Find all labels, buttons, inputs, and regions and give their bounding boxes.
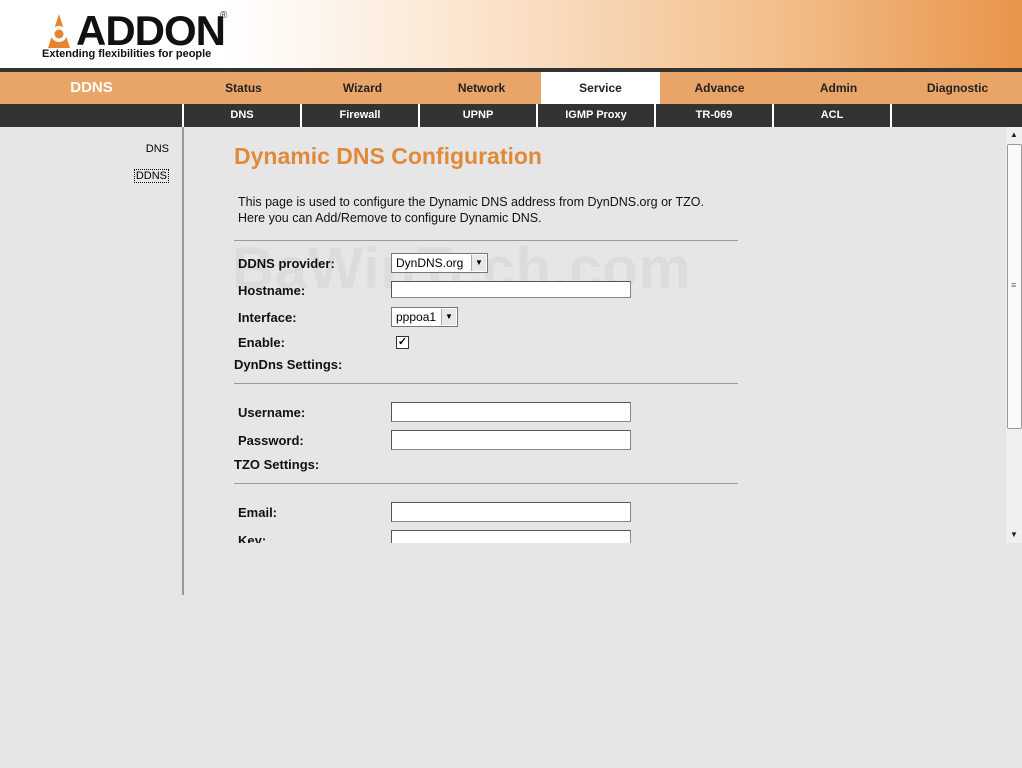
page-description: This page is used to configure the Dynam… [238, 194, 704, 226]
username-input[interactable] [391, 402, 631, 422]
key-input[interactable] [391, 530, 631, 543]
tab-wizard[interactable]: Wizard [303, 72, 422, 104]
hostname-label: Hostname: [238, 283, 306, 298]
ddns-provider-label: DDNS provider: [238, 256, 335, 271]
subtab-igmp-proxy[interactable]: IGMP Proxy [536, 104, 654, 127]
section-title: DDNS [70, 79, 113, 96]
description-line-2: Here you can Add/Remove to configure Dyn… [238, 211, 542, 225]
interface-label: Interface: [238, 310, 297, 325]
interface-value: pppoa1 [396, 310, 437, 324]
divider [234, 483, 738, 484]
email-label: Email: [238, 505, 278, 520]
subtab-upnp[interactable]: UPNP [418, 104, 536, 127]
chevron-down-icon: ▼ [441, 309, 456, 325]
header: ADDON ® Extending flexibilities for peop… [0, 0, 1022, 68]
description-line-1: This page is used to configure the Dynam… [238, 195, 704, 209]
tzo-settings-heading: TZO Settings: [234, 457, 320, 472]
tab-diagnostic[interactable]: Diagnostic [898, 72, 1017, 104]
addon-logo[interactable]: ADDON ® Extending flexibilities for peop… [40, 8, 240, 62]
scroll-up-arrow-icon[interactable]: ▲ [1006, 127, 1022, 143]
tab-network[interactable]: Network [422, 72, 541, 104]
subtab-empty [890, 104, 1022, 127]
password-label: Password: [238, 433, 304, 448]
tab-admin[interactable]: Admin [779, 72, 898, 104]
key-label: Key: [238, 533, 267, 543]
subtab-firewall[interactable]: Firewall [300, 104, 418, 127]
tab-status[interactable]: Status [184, 72, 303, 104]
scroll-down-arrow-icon[interactable]: ▼ [1006, 527, 1022, 543]
interface-select[interactable]: pppoa1 ▼ [391, 307, 458, 327]
password-input[interactable] [391, 430, 631, 450]
subtab-tr069[interactable]: TR-069 [654, 104, 772, 127]
enable-checkbox[interactable]: ✓ [396, 336, 409, 349]
email-input[interactable] [391, 502, 631, 522]
sidebar-item-dns[interactable]: DNS [146, 143, 169, 155]
sub-nav: DNS Firewall UPNP IGMP Proxy TR-069 ACL [0, 104, 1022, 127]
ddns-provider-select[interactable]: DynDNS.org ▼ [391, 253, 488, 273]
content-area: BaWinTech.com Dynamic DNS Configuration … [184, 127, 1006, 543]
username-label: Username: [238, 405, 306, 420]
vertical-scrollbar[interactable]: ▲ ≡ ▼ [1006, 127, 1022, 543]
divider [234, 383, 738, 384]
checkmark-icon: ✓ [397, 336, 408, 348]
divider [234, 240, 738, 241]
subtab-acl[interactable]: ACL [772, 104, 890, 127]
hostname-input[interactable] [391, 281, 631, 298]
grip-icon: ≡ [1011, 280, 1017, 290]
addon-logo-icon [48, 14, 70, 48]
enable-label: Enable: [238, 335, 285, 350]
tab-advance[interactable]: Advance [660, 72, 779, 104]
sidebar-item-ddns[interactable]: DDNS [133, 169, 169, 183]
main-nav: DDNS Status Wizard Network Service Advan… [0, 72, 1022, 104]
scrollbar-thumb[interactable]: ≡ [1007, 144, 1022, 429]
subtab-dns[interactable]: DNS [182, 104, 300, 127]
dyndns-settings-heading: DynDns Settings: [234, 357, 343, 372]
tab-service[interactable]: Service [541, 72, 660, 104]
ddns-provider-value: DynDNS.org [396, 256, 464, 270]
brand-tagline: Extending flexibilities for people [42, 48, 212, 60]
registered-mark: ® [220, 10, 228, 21]
sidebar: DNS DDNS [0, 127, 183, 595]
page-title: Dynamic DNS Configuration [234, 143, 542, 169]
chevron-down-icon: ▼ [471, 255, 486, 271]
